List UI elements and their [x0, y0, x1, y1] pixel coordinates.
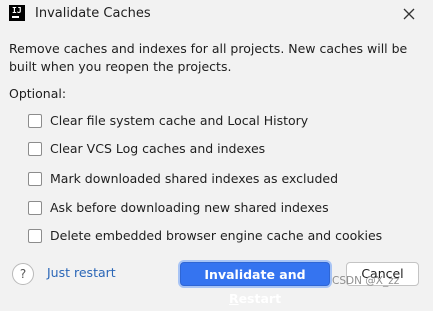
button-label-part: estart [238, 291, 282, 306]
watermark: CSDN @X_zz [332, 275, 400, 287]
option-clear-vcs-log-caches[interactable]: Clear VCS Log caches and indexes [28, 140, 265, 158]
checkbox[interactable] [28, 142, 42, 156]
title-bar: IJ Invalidate Caches [0, 0, 433, 28]
help-button[interactable]: ? [12, 263, 34, 285]
close-icon[interactable] [400, 5, 418, 23]
option-label: Delete embedded browser engine cache and… [50, 228, 383, 243]
option-label: Clear VCS Log caches and indexes [50, 141, 266, 156]
invalidate-and-restart-button[interactable]: Invalidate and Restart [180, 262, 330, 306]
option-label: Mark downloaded shared indexes as exclud… [50, 171, 339, 186]
optional-label: Optional: [9, 86, 67, 101]
button-label-part: Invalidate and [204, 267, 306, 282]
intellij-logo-icon: IJ [9, 5, 25, 21]
checkbox[interactable] [28, 201, 42, 215]
option-clear-file-system-cache[interactable]: Clear file system cache and Local Histor… [28, 112, 308, 130]
checkbox[interactable] [28, 229, 42, 243]
app-icon-text: IJ [12, 6, 22, 15]
checkbox[interactable] [28, 172, 42, 186]
option-ask-before-downloading[interactable]: Ask before downloading new shared indexe… [28, 199, 329, 217]
option-delete-browser-cache[interactable]: Delete embedded browser engine cache and… [28, 227, 382, 245]
option-label: Clear file system cache and Local Histor… [50, 113, 309, 128]
just-restart-link[interactable]: Just restart [47, 265, 116, 281]
window-title: Invalidate Caches [35, 6, 151, 21]
button-label-mnemonic: R [228, 291, 239, 306]
dialog-description: Remove caches and indexes for all projec… [9, 41, 408, 74]
checkbox[interactable] [28, 114, 42, 128]
option-mark-shared-indexes-excluded[interactable]: Mark downloaded shared indexes as exclud… [28, 170, 338, 188]
option-label: Ask before downloading new shared indexe… [50, 200, 329, 215]
